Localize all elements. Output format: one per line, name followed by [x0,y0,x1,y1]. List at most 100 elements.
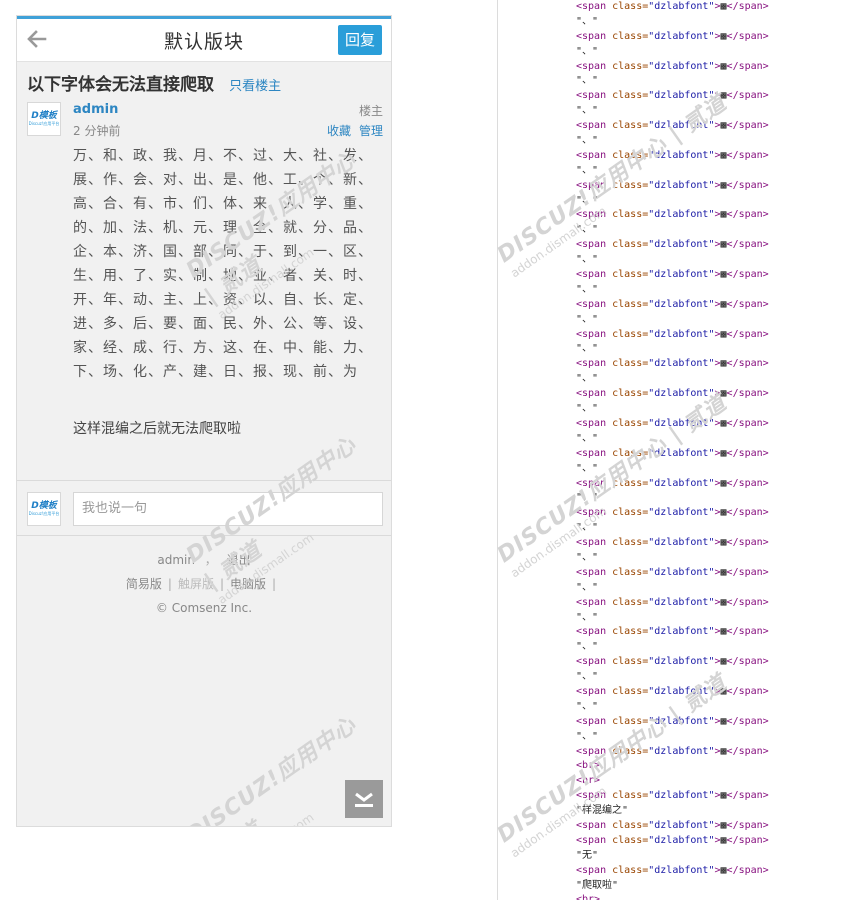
footer-version-row: 简易版 | 触屏版 | 电脑版 | [17,572,391,596]
char-row: 家、经、成、行、方、这、在、中、能、力、 [73,340,373,356]
code-text-line[interactable]: "、" [576,521,844,536]
manage-link[interactable]: 管理 [359,124,383,138]
separator: | [219,577,225,591]
logout-link[interactable]: 退出 [227,553,251,567]
code-span-line[interactable]: <span class="dzlabfont">▩</span> [576,60,844,75]
scroll-to-bottom-button[interactable] [345,780,383,818]
code-text-line[interactable]: "、" [576,462,844,477]
code-text-line[interactable]: "、" [576,581,844,596]
code-text-line[interactable]: "样混编之" [576,804,844,819]
code-span-line[interactable]: <span class="dzlabfont">▩</span> [576,0,844,15]
code-span-line[interactable]: <span class="dzlabfont">▩</span> [576,238,844,253]
code-text-line[interactable]: "、" [576,223,844,238]
char-row: 开、年、动、主、上、资、以、自、长、定、 [73,292,373,308]
code-text-line[interactable]: "、" [576,670,844,685]
code-span-line[interactable]: <span class="dzlabfont">▩</span> [576,119,844,134]
code-text-line[interactable]: "、" [576,551,844,566]
comment-bar: D模板 Discuz!应用平台 我也说一句 [27,492,383,528]
code-span-line[interactable]: <span class="dzlabfont">▩</span> [576,268,844,283]
code-span-line[interactable]: <span class="dzlabfont">▩</span> [576,89,844,104]
code-span-line[interactable]: <span class="dzlabfont">▩</span> [576,417,844,432]
comment-input[interactable]: 我也说一句 [73,492,383,526]
code-span-line[interactable]: <span class="dzlabfont">▩</span> [576,566,844,581]
code-span-line[interactable]: <span class="dzlabfont">▩</span> [576,357,844,372]
code-text-line[interactable]: "、" [576,730,844,745]
code-text-line[interactable]: "、" [576,283,844,298]
code-span-line[interactable]: <span class="dzlabfont">▩</span> [576,655,844,670]
code-text-line[interactable]: "无" [576,849,844,864]
avatar[interactable]: D模板 Discuz!应用平台 [27,102,61,136]
source-code-view: <span class="dzlabfont">▩</span> "、" <span… [576,0,844,900]
footer-user-row: admin ， 退出 [17,548,391,572]
char-row: 企、本、济、国、部、同、于、到、一、区、 [73,244,373,260]
touch-version-link[interactable]: 触屏版 [178,577,214,591]
code-span-line[interactable]: <span class="dzlabfont">▩</span> [576,715,844,730]
post-author[interactable]: admin [73,102,118,117]
code-span-line[interactable]: <span class="dzlabfont">▩</span> [576,328,844,343]
code-span-line[interactable]: <span class="dzlabfont">▩</span> [576,30,844,45]
code-text-line[interactable]: "、" [576,194,844,209]
code-span-line[interactable]: <span class="dzlabfont">▩</span> [576,864,844,879]
pane-divider [497,0,498,900]
post-actions: 收藏 管理 [319,122,383,139]
code-text-line[interactable]: "、" [576,700,844,715]
separator: | [272,577,277,591]
divider [17,535,391,536]
code-text-line[interactable]: "、" [576,640,844,655]
code-span-line[interactable]: <span class="dzlabfont">▩</span> [576,387,844,402]
code-text-line[interactable]: "、" [576,164,844,179]
code-text-line[interactable]: <br> [576,893,844,900]
code-text-line[interactable]: "、" [576,104,844,119]
code-span-line[interactable]: <span class="dzlabfont">▩</span> [576,179,844,194]
code-span-line[interactable]: <span class="dzlabfont">▩</span> [576,536,844,551]
code-span-line[interactable]: <span class="dzlabfont">▩</span> [576,625,844,640]
simple-version-link[interactable]: 简易版 [126,577,162,591]
footer-username[interactable]: admin [157,553,195,567]
char-row: 生、用、了、实、制、地、业、者、关、时、 [73,268,373,284]
code-span-line[interactable]: <span class="dzlabfont">▩</span> [576,208,844,223]
code-span-line[interactable]: <span class="dzlabfont">▩</span> [576,819,844,834]
code-span-line[interactable]: <span class="dzlabfont">▩</span> [576,834,844,849]
code-text-line[interactable]: <br> [576,759,844,774]
code-text-line[interactable]: "、" [576,611,844,626]
code-text-line[interactable]: "、" [576,15,844,30]
code-text-line[interactable]: "、" [576,74,844,89]
divider [17,480,391,481]
code-span-line[interactable]: <span class="dzlabfont">▩</span> [576,447,844,462]
code-text-line[interactable]: "、" [576,45,844,60]
code-span-line[interactable]: <span class="dzlabfont">▩</span> [576,149,844,164]
code-text-line[interactable]: "、" [576,402,844,417]
char-row: 进、多、后、要、面、民、外、公、等、设、 [73,316,373,332]
thread-title: 以下字体会无法直接爬取 [27,75,214,95]
code-text-line[interactable]: "、" [576,432,844,447]
code-span-line[interactable]: <span class="dzlabfont">▩</span> [576,596,844,611]
code-text-line[interactable]: "爬取啦" [576,879,844,894]
code-text-line[interactable]: "、" [576,313,844,328]
char-row: 高、合、有、市、们、体、来、人、学、重、 [73,196,373,212]
code-span-line[interactable]: <span class="dzlabfont">▩</span> [576,789,844,804]
code-span-line[interactable]: <span class="dzlabfont">▩</span> [576,477,844,492]
post-body-characters: 万、和、政、我、月、不、过、大、社、发、 展、作、会、对、出、是、他、工、个、新… [73,144,373,384]
copyright: © Comsenz Inc. [155,601,253,615]
code-text-line[interactable]: "、" [576,491,844,506]
top-bar: 默认版块 回复 [17,16,391,62]
post-tail-text: 这样混编之后就无法爬取啦 [73,421,241,437]
comment-avatar: D模板 Discuz!应用平台 [27,492,61,526]
code-span-line[interactable]: <span class="dzlabfont">▩</span> [576,685,844,700]
code-span-line[interactable]: <span class="dzlabfont">▩</span> [576,298,844,313]
footer-comma: ， [204,553,217,567]
char-row: 万、和、政、我、月、不、过、大、社、发、 [73,148,373,164]
reply-button[interactable]: 回复 [338,25,382,55]
code-span-line[interactable]: <span class="dzlabfont">▩</span> [576,506,844,521]
code-text-line[interactable]: "、" [576,134,844,149]
char-row: 展、作、会、对、出、是、他、工、个、新、 [73,172,373,188]
code-text-line[interactable]: "、" [576,342,844,357]
desktop-version-link[interactable]: 电脑版 [230,577,266,591]
thread-header: 以下字体会无法直接爬取 只看楼主 [27,70,383,95]
only-op-link[interactable]: 只看楼主 [229,75,281,94]
favorite-link[interactable]: 收藏 [327,124,351,138]
code-text-line[interactable]: "、" [576,253,844,268]
code-text-line[interactable]: "、" [576,372,844,387]
code-text-line[interactable]: <br> [576,774,844,789]
code-span-line[interactable]: <span class="dzlabfont">▩</span> [576,745,844,760]
